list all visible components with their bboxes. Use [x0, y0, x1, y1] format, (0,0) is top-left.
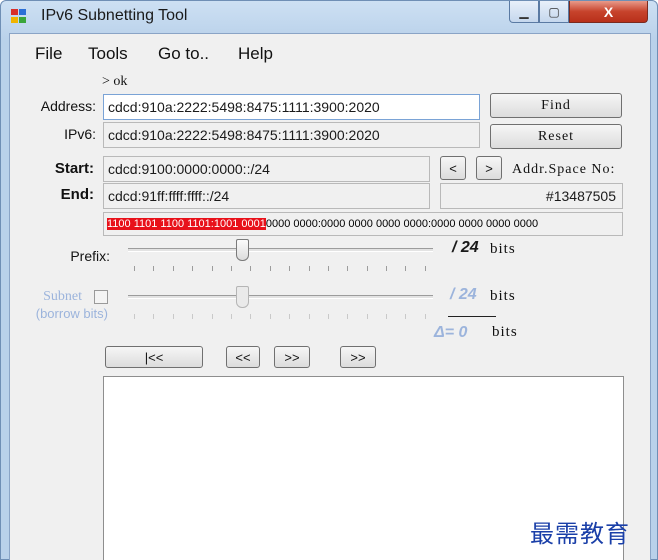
- prefix-label: Prefix:: [70, 248, 110, 264]
- subnet-slider-track[interactable]: [128, 295, 433, 299]
- minimize-button[interactable]: ▁: [509, 1, 539, 23]
- end-field: cdcd:91ff:ffff:ffff::/24: [103, 183, 430, 209]
- addr-space-value: #13487505: [440, 183, 623, 209]
- end-label: End:: [60, 186, 94, 203]
- subnet-label: Subnet: [43, 289, 82, 304]
- prev-page-button[interactable]: <<: [226, 346, 260, 368]
- next-page-button[interactable]: >>: [274, 346, 310, 368]
- title-bar[interactable]: IPv6 Subnetting Tool ▁ ▢ X: [1, 1, 657, 33]
- last-page-button[interactable]: >>: [340, 346, 376, 368]
- find-button[interactable]: Find: [490, 93, 622, 118]
- delta-divider: [448, 316, 496, 317]
- maximize-icon: ▢: [548, 4, 560, 19]
- binary-bits-display: 1100 1101 1100 1101:1001 00010000 0000:0…: [103, 212, 623, 236]
- menu-help[interactable]: Help: [238, 44, 273, 64]
- subnet-unit: bits: [490, 288, 516, 304]
- subnet-value: / 24: [450, 286, 477, 303]
- prefix-slider-track[interactable]: [128, 248, 433, 252]
- watermark-text: 最需教育: [530, 520, 630, 548]
- subnet-slider-ticks: [134, 314, 426, 319]
- subnet-checkbox[interactable]: [94, 290, 108, 304]
- ipv6-label: IPv6:: [64, 126, 96, 142]
- window-frame: IPv6 Subnetting Tool ▁ ▢ X File Tools Go…: [0, 0, 658, 560]
- close-button[interactable]: X: [569, 1, 648, 23]
- client-area: File Tools Go to.. Help > ok Address: cd…: [9, 33, 651, 560]
- prefix-unit: bits: [490, 241, 516, 257]
- borrow-bits-label: (borrow bits): [35, 306, 108, 321]
- window-title: IPv6 Subnetting Tool: [41, 7, 188, 24]
- reset-button[interactable]: Reset: [490, 124, 622, 149]
- next-space-button[interactable]: >: [476, 156, 502, 180]
- maximize-button[interactable]: ▢: [539, 1, 569, 23]
- prefix-slider-ticks: [134, 266, 426, 271]
- delta-value: Δ= 0: [434, 324, 468, 341]
- menu-file[interactable]: File: [35, 44, 62, 64]
- menu-bar: File Tools Go to.. Help: [10, 34, 650, 72]
- app-icon: [11, 9, 29, 25]
- close-icon: X: [603, 3, 614, 20]
- menu-goto[interactable]: Go to..: [158, 44, 209, 64]
- prefix-slider-thumb[interactable]: [236, 239, 250, 261]
- start-field: cdcd:9100:0000:0000::/24: [103, 156, 430, 182]
- prev-space-button[interactable]: <: [440, 156, 466, 180]
- addr-space-label: Addr.Space No:: [512, 162, 616, 177]
- delta-unit: bits: [492, 324, 518, 340]
- start-label: Start:: [54, 160, 94, 177]
- subnet-slider-thumb[interactable]: [236, 286, 250, 308]
- ipv6-field: cdcd:910a:2222:5498:8475:1111:3900:2020: [103, 122, 480, 148]
- minimize-icon: ▁: [519, 4, 529, 19]
- address-input[interactable]: cdcd:910a:2222:5498:8475:1111:3900:2020: [103, 94, 480, 120]
- status-text: > ok: [102, 74, 128, 89]
- address-label: Address:: [40, 98, 96, 114]
- prefix-value: / 24: [452, 239, 479, 256]
- host-bits: 0000 0000:0000 0000 0000 0000:0000 0000 …: [265, 218, 539, 230]
- prefix-bits-highlight: 1100 1101 1100 1101:1001 0001: [107, 218, 266, 230]
- menu-tools[interactable]: Tools: [88, 44, 128, 64]
- first-page-button[interactable]: |<<: [105, 346, 203, 368]
